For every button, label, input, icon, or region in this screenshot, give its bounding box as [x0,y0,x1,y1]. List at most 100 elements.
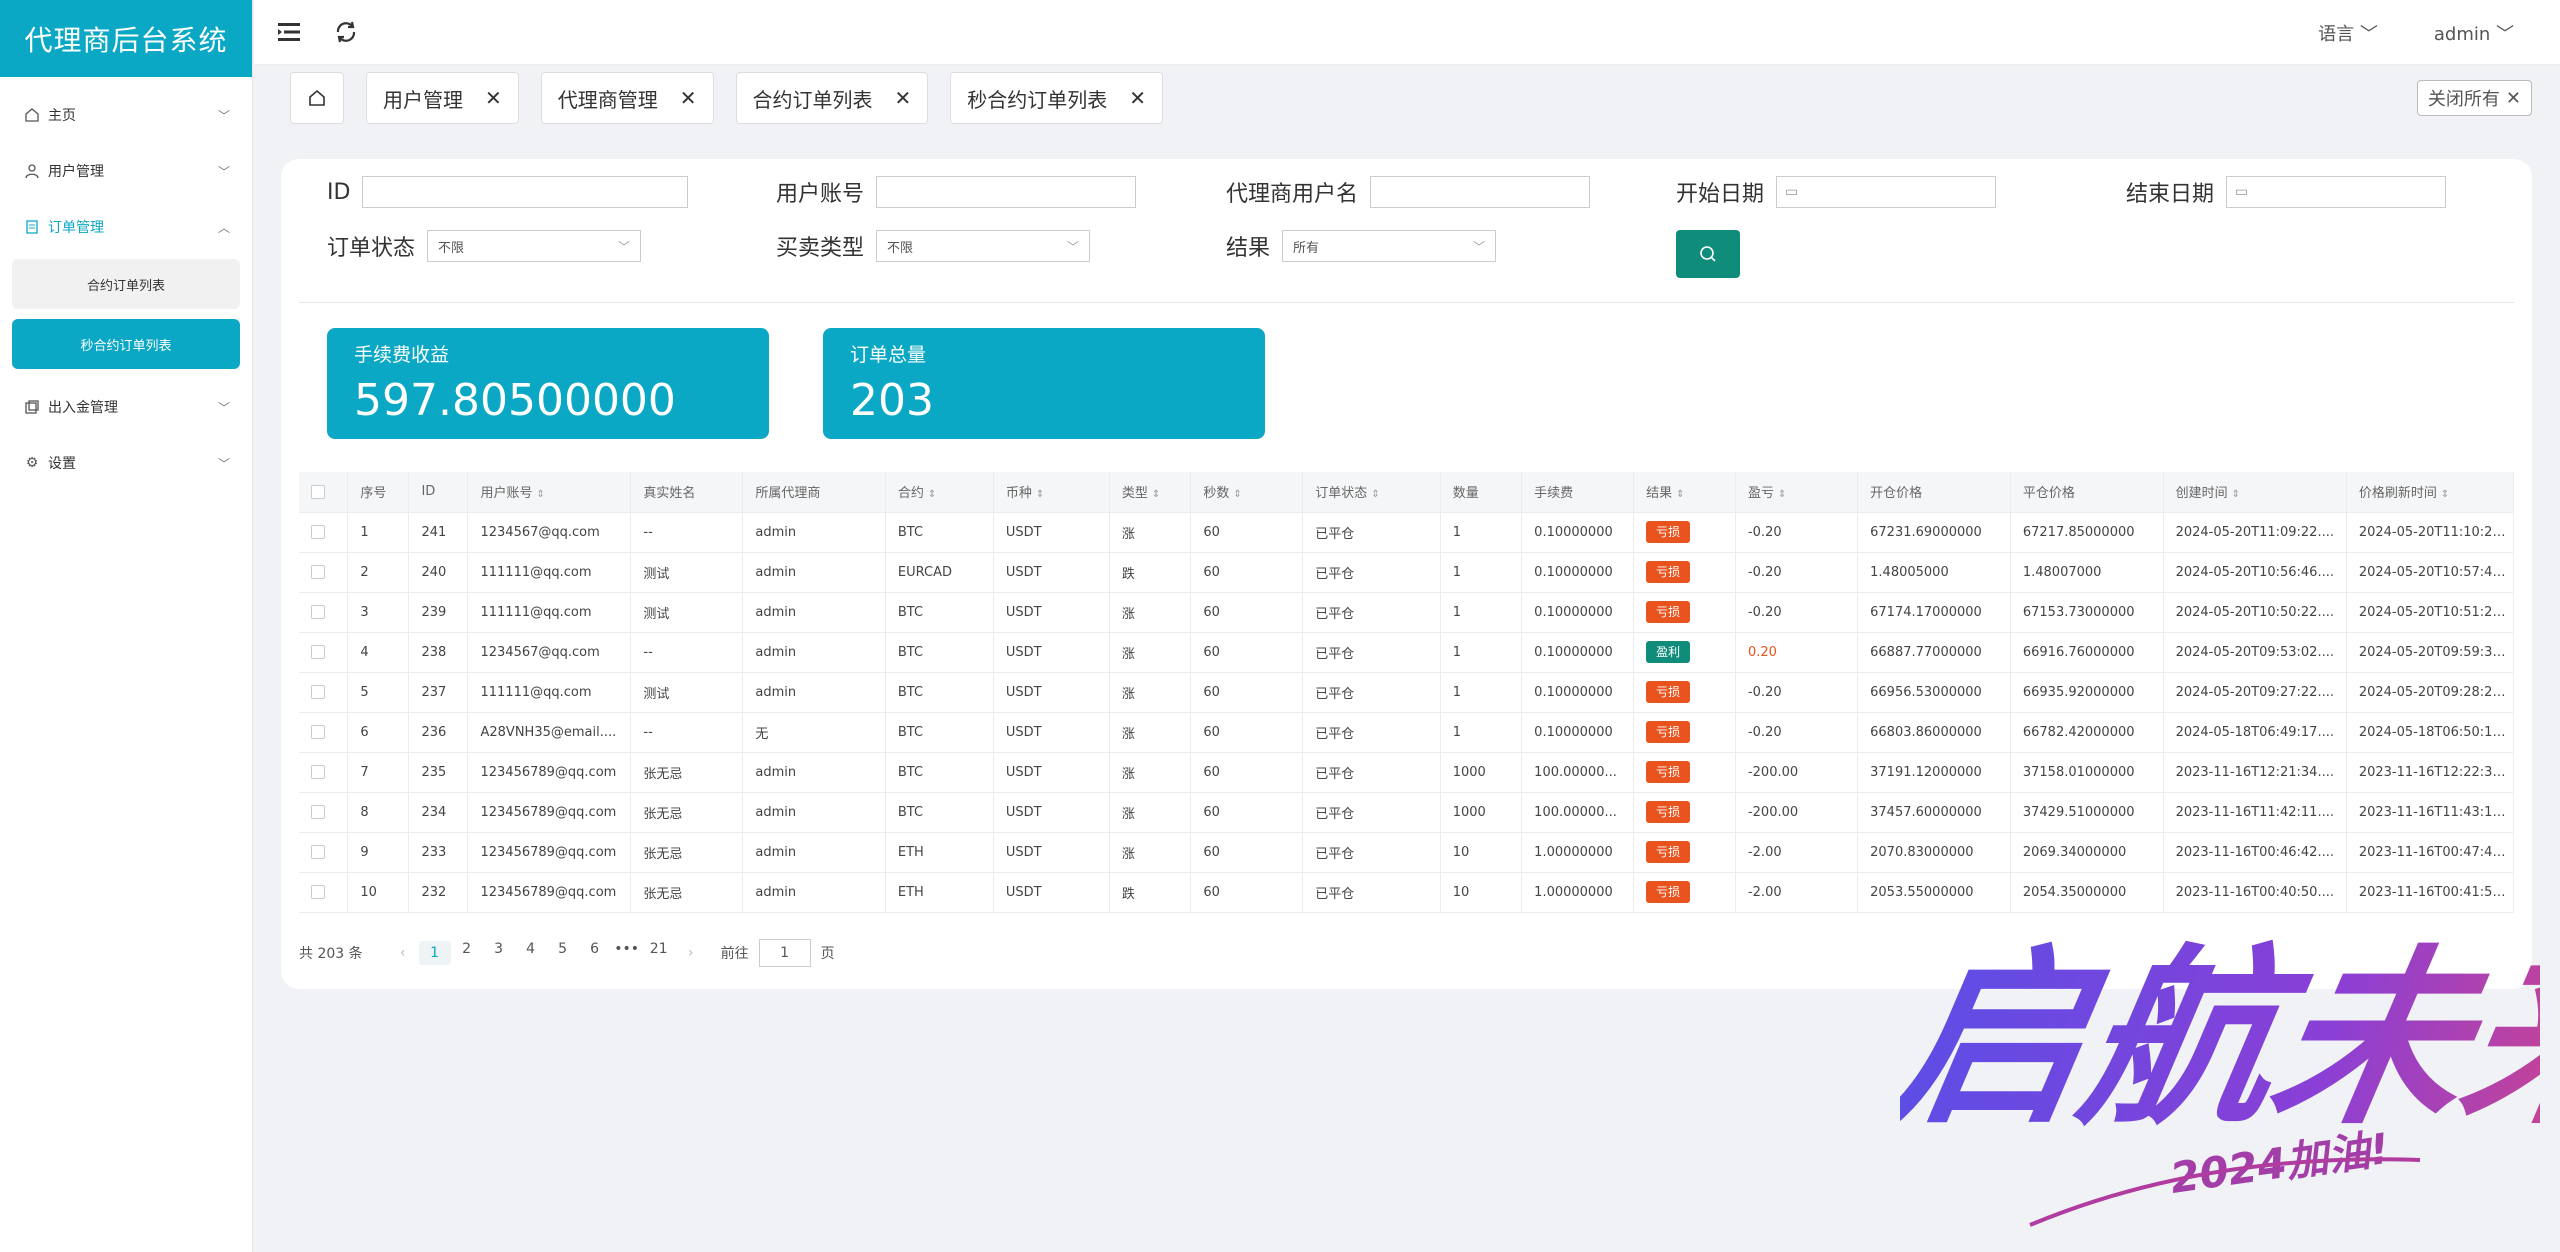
close-icon[interactable]: ✕ [485,86,502,110]
sort-icon[interactable]: ⇕ [2232,489,2240,500]
cell-value: 60 [1203,884,1220,900]
start-date-input[interactable]: ▭ [1776,176,1997,208]
row-checkbox[interactable] [311,525,325,539]
page-number[interactable]: 2 [451,941,483,965]
start-date-label: 开始日期 [1676,182,1765,207]
goto-page-input[interactable]: 1 [758,939,811,967]
row-checkbox[interactable] [311,605,325,619]
sort-icon[interactable]: ⇕ [2441,489,2449,500]
table-row[interactable]: 2 240 111111@qq.com 测试 admin EURCAD USDT 跌 60 已平仓… [299,552,2515,593]
column-header[interactable]: 价格刷新时间 ⇕ [2346,472,2515,513]
table-header-row: 序号 ID 用户账号 ⇕ 真实姓名 所属代理商 合约 ⇕ 币种 ⇕ 类型 ⇕ 秒数 ⇕ 订单状态 ⇕ 数量 手续费… [299,472,2515,513]
column-header[interactable]: 盈亏 ⇕ [1735,472,1859,513]
column-header[interactable]: 合约 ⇕ [885,472,994,513]
table-cell: admin [742,632,886,673]
sort-icon[interactable]: ⇕ [1233,489,1241,500]
id-input[interactable] [362,176,689,208]
row-checkbox[interactable] [311,805,325,819]
table-cell: 亏损 [1633,552,1736,593]
cell-value: 无 [755,726,769,742]
table-cell: 已平仓 [1302,512,1441,553]
table-cell: 237 [408,672,469,713]
table-row[interactable]: 3 239 111111@qq.com 测试 admin BTC USDT 涨 60 已平仓 1 0.… [299,592,2515,633]
row-checkbox[interactable] [311,685,325,699]
table-row[interactable]: 8 234 123456789@qq.com 张无忌 admin BTC USDT 涨 60 已平… [299,792,2515,833]
result-select[interactable]: 所有 ﹀ [1282,230,1497,262]
table-row[interactable]: 9 233 123456789@qq.com 张无忌 admin ETH USDT 涨 60 已平… [299,832,2515,873]
user-icon [24,163,40,179]
sort-icon[interactable]: ⇕ [1778,489,1786,500]
page-number[interactable]: 21 [643,941,675,965]
table-cell: 1 [1440,632,1523,673]
home-tab[interactable] [290,72,344,124]
account-input[interactable] [876,176,1137,208]
cell-value: 1 [1452,684,1462,700]
search-button[interactable] [1676,230,1740,278]
sort-icon[interactable]: ⇕ [1676,489,1684,500]
row-checkbox[interactable] [311,645,325,659]
table-cell: -- [630,632,744,673]
page-number[interactable]: 1 [418,941,451,965]
sidebar-item-home[interactable]: 主页 ﹀ [0,87,252,143]
cell-value: -200.00 [1747,804,1799,820]
sort-icon[interactable]: ⇕ [928,489,936,500]
close-all-button[interactable]: 关闭所有 ✕ [2416,80,2532,116]
table-row[interactable]: 7 235 123456789@qq.com 张无忌 admin BTC USDT 涨 60 已平… [299,752,2515,793]
sidebar-item-orders[interactable]: 订单管理 ︿ [0,199,252,255]
agent-input[interactable] [1370,176,1591,208]
close-icon[interactable]: ✕ [1129,86,1146,110]
cell-value: 111111@qq.com [480,564,592,580]
menu-collapse-icon[interactable] [270,12,310,52]
user-dropdown[interactable]: admin ﹀ [2434,20,2514,46]
column-header: 所属代理商 [742,472,886,513]
sidebar-item-users[interactable]: 用户管理 ﹀ [0,143,252,199]
column-header[interactable]: 币种 ⇕ [993,472,1110,513]
sort-icon[interactable]: ⇕ [1371,489,1379,500]
column-header: 序号 [347,472,410,513]
table-row[interactable]: 6 236 A28VNH35@email.... -- 无 BTC USDT 涨 60 已平仓 1 0… [299,712,2515,753]
next-page-icon[interactable]: › [675,945,707,961]
column-header[interactable]: 结果 ⇕ [1633,472,1736,513]
table-cell: 1 [347,512,410,553]
more-pages-icon[interactable]: ••• [611,941,643,965]
sidebar-item-funds[interactable]: 出入金管理 ﹀ [0,379,252,435]
tab-second-contract-orders[interactable]: 秒合约订单列表 ✕ [950,72,1164,124]
sidebar-subitem-contract-orders[interactable]: 合约订单列表 [12,259,240,309]
cell-value: 1.48005000 [1870,564,1949,580]
page-number[interactable]: 4 [515,941,547,965]
tab-user-management[interactable]: 用户管理 ✕ [366,72,519,124]
page-number[interactable]: 3 [483,941,515,965]
close-icon[interactable]: ✕ [680,86,697,110]
sort-icon[interactable]: ⇕ [537,489,545,500]
column-header[interactable]: 订单状态 ⇕ [1302,472,1441,513]
column-header[interactable]: 用户账号 ⇕ [467,472,632,513]
row-checkbox[interactable] [311,845,325,859]
row-checkbox[interactable] [311,725,325,739]
column-header[interactable]: 类型 ⇕ [1109,472,1192,513]
select-all-checkbox[interactable] [311,484,325,499]
sidebar-subitem-second-contract-orders[interactable]: 秒合约订单列表 [12,319,240,369]
page-number[interactable]: 6 [579,941,611,965]
row-checkbox[interactable] [311,765,325,779]
side-select[interactable]: 不限 ﹀ [876,230,1091,262]
page-number[interactable]: 5 [547,941,579,965]
column-header[interactable]: 秒数 ⇕ [1190,472,1304,513]
table-row[interactable]: 4 238 1234567@qq.com -- admin BTC USDT 涨 60 已平仓 1 0… [299,632,2515,673]
close-icon[interactable]: ✕ [895,86,912,110]
end-date-input[interactable]: ▭ [2226,176,2447,208]
column-header[interactable]: 创建时间 ⇕ [2163,472,2347,513]
sort-icon[interactable]: ⇕ [1152,489,1160,500]
sidebar-item-settings[interactable]: ⚙ 设置 ﹀ [0,435,252,491]
table-cell: 60 [1190,512,1304,553]
row-checkbox[interactable] [311,885,325,899]
tab-contract-orders[interactable]: 合约订单列表 ✕ [735,72,929,124]
refresh-icon[interactable] [326,12,366,52]
table-row[interactable]: 5 237 111111@qq.com 测试 admin BTC USDT 涨 60 已平仓 1 0.… [299,672,2515,713]
tab-agent-management[interactable]: 代理商管理 ✕ [540,72,714,124]
sort-icon[interactable]: ⇕ [1036,489,1044,500]
table-row[interactable]: 1 241 1234567@qq.com -- admin BTC USDT 涨 60 已平仓 1 0… [299,512,2515,553]
prev-page-icon[interactable]: ‹ [387,945,419,961]
language-dropdown[interactable]: 语言 ﹀ [2318,20,2378,46]
status-select[interactable]: 不限 ﹀ [427,230,642,262]
row-checkbox[interactable] [311,565,325,579]
